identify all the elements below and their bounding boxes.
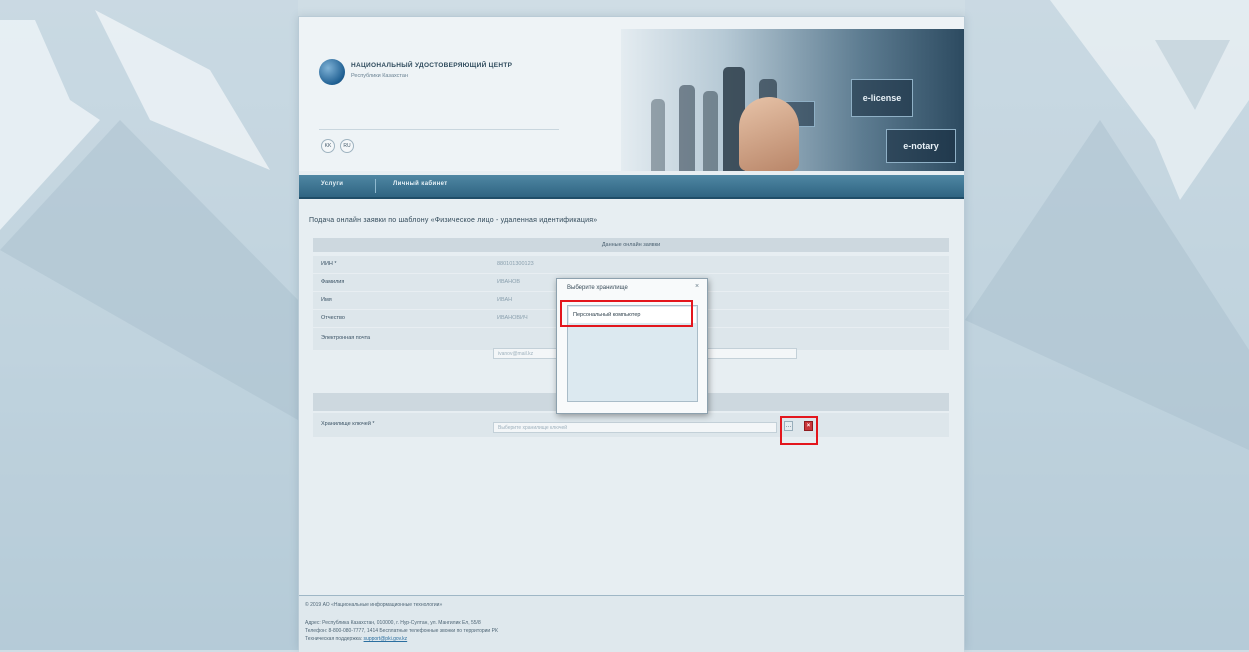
highlight-box-icons xyxy=(780,416,818,445)
patronymic-value: ИВАНОВИЧ xyxy=(497,315,528,321)
site-footer: © 2019 АО «Национальные информационные т… xyxy=(299,595,964,652)
footer-support-link[interactable]: support@pki.gov.kz xyxy=(364,636,408,642)
lang-button-ru[interactable]: RU xyxy=(340,139,354,153)
name-value: ИВАН xyxy=(497,297,513,303)
banner-screen-notary: e-notary xyxy=(886,129,956,163)
patronymic-label: Отчество xyxy=(321,315,345,321)
logo-subtitle: Республики Казахстан xyxy=(351,73,408,79)
key-storage-label: Хранилище ключей * xyxy=(321,421,375,427)
name-label: Имя xyxy=(321,297,332,303)
banner-person xyxy=(679,85,695,171)
nav-item-services[interactable]: Услуги xyxy=(321,181,343,187)
form-title: Подача онлайн заявки по шаблону «Физичес… xyxy=(309,217,598,224)
header-divider xyxy=(319,129,559,130)
footer-support: Техническая поддержка: support@pki.gov.k… xyxy=(305,636,407,642)
site-header: НАЦИОНАЛЬНЫЙ УДОСТОВЕРЯЮЩИЙ ЦЕНТР Респуб… xyxy=(299,17,964,171)
surname-value: ИВАНОВ xyxy=(497,279,521,285)
select-storage-dialog: Выберите хранилище × Персональный компью… xyxy=(556,278,708,414)
dialog-close-icon[interactable]: × xyxy=(695,283,699,290)
banner-hand-image xyxy=(739,97,799,171)
footer-address: Адрес: Республика Казахстан, 010000, г. … xyxy=(305,620,481,626)
main-navbar: Услуги Личный кабинет xyxy=(299,175,964,199)
surname-label: Фамилия xyxy=(321,279,345,285)
banner-person xyxy=(703,91,718,171)
iin-value: 880101300123 xyxy=(497,261,534,267)
footer-support-label: Техническая поддержка: xyxy=(305,636,363,642)
nav-item-personal-cabinet[interactable]: Личный кабинет xyxy=(393,181,448,187)
banner-screen-license: e-license xyxy=(851,79,913,117)
section-header-application-data: Данные онлайн заявки xyxy=(313,238,949,252)
email-label: Электронная почта xyxy=(321,335,371,341)
banner-person xyxy=(651,99,665,171)
lang-button-kk[interactable]: KK xyxy=(321,139,335,153)
dialog-title: Выберите хранилище xyxy=(567,285,628,291)
form-row-iin: ИИН * 880101300123 xyxy=(313,256,949,274)
footer-phone: Телефон: 8-800-080-7777, 1414 Бесплатные… xyxy=(305,628,498,634)
footer-copyright: © 2019 АО «Национальные информационные т… xyxy=(305,602,443,608)
logo-title: НАЦИОНАЛЬНЫЙ УДОСТОВЕРЯЮЩИЙ ЦЕНТР xyxy=(351,62,513,69)
globe-logo-icon[interactable] xyxy=(319,59,345,85)
highlight-box-option xyxy=(560,300,693,327)
key-storage-select[interactable]: Выберите хранилище ключей xyxy=(493,422,777,433)
nav-separator xyxy=(375,179,376,193)
iin-label: ИИН * xyxy=(321,261,337,267)
